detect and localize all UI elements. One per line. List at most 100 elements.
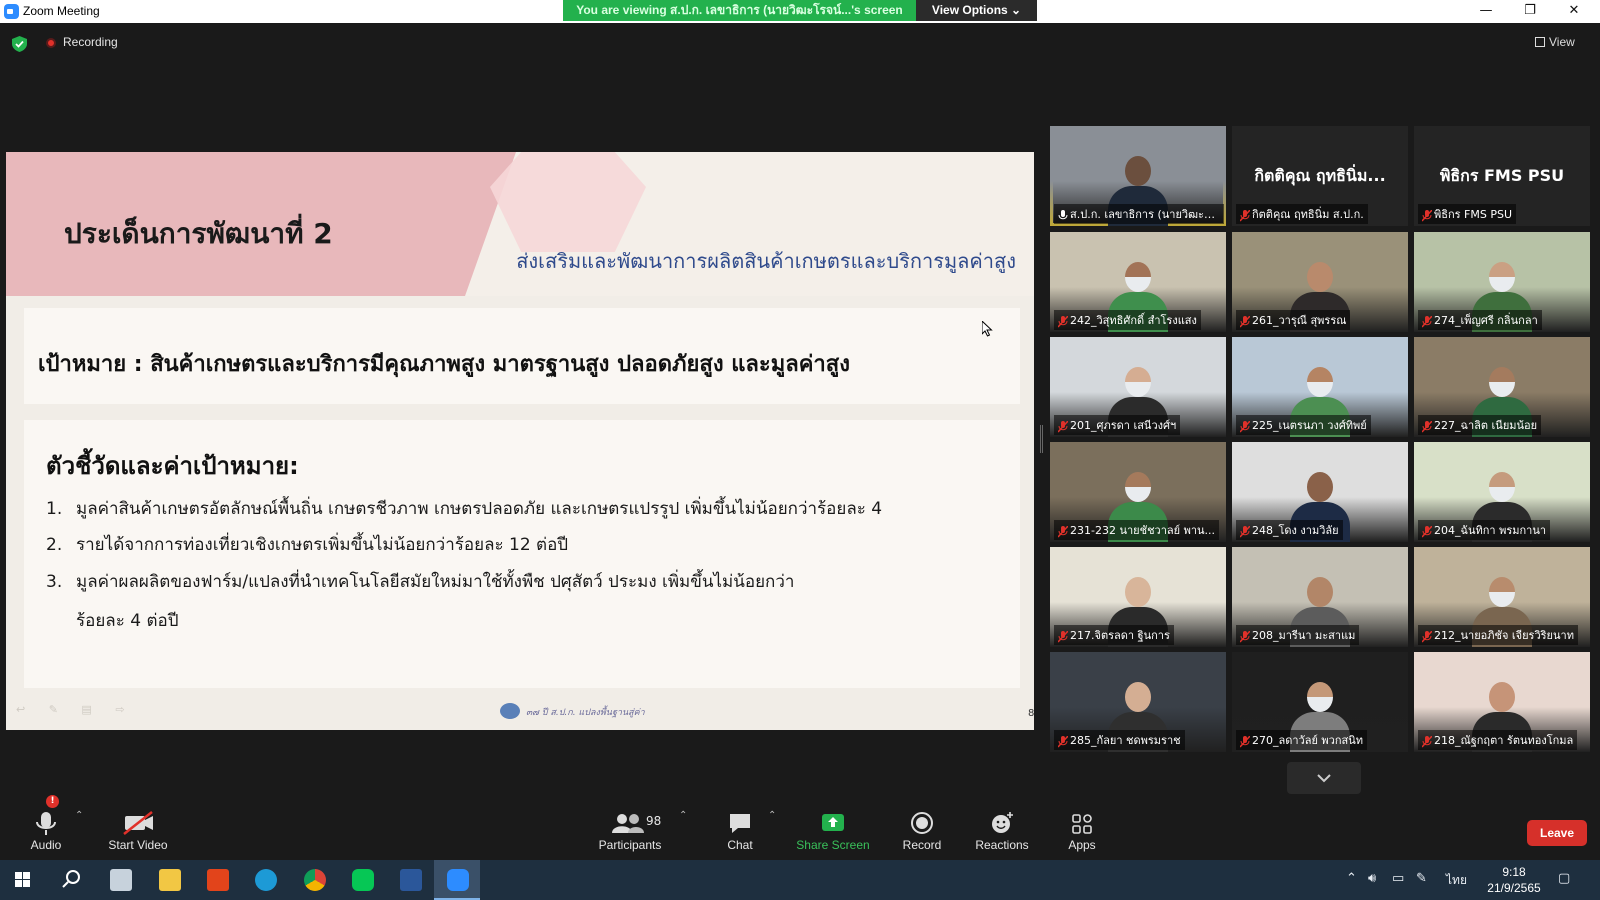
view-options-button[interactable]: View Options ⌄ bbox=[916, 0, 1037, 21]
participant-tile[interactable]: 201_ศุภรดา เสนีวงศ์ฯ bbox=[1050, 337, 1226, 437]
window-title: Zoom Meeting bbox=[23, 4, 100, 18]
participant-name-label: 242_วิสุทธิศักดิ์ สำโรงแสง bbox=[1054, 310, 1201, 330]
participant-tile[interactable]: พิธิกร FMS PSU พิธิกร FMS PSU bbox=[1414, 126, 1590, 226]
participant-tile[interactable]: 274_เพ็ญศรี กลิ่นกลา bbox=[1414, 232, 1590, 332]
mic-muted-icon bbox=[1058, 421, 1068, 433]
title-bar: Zoom Meeting You are viewing ส.ป.ก. เลขา… bbox=[0, 0, 1600, 23]
show-hidden-icons[interactable]: ⌃ bbox=[1346, 871, 1357, 886]
participant-name-label: 285_กัลยา ชดพรมราช bbox=[1054, 730, 1185, 750]
taskbar-app-file-explorer[interactable] bbox=[146, 860, 192, 900]
participant-name-label: กิตติคุณ ฤทธินิ่ม ส.ป.ก. bbox=[1236, 204, 1368, 224]
share-screen-button[interactable]: Share Screen bbox=[793, 800, 873, 860]
taskbar-app-line[interactable] bbox=[339, 860, 385, 900]
goal-box: เป้าหมาย : สินค้าเกษตรและบริการมีคุณภาพส… bbox=[24, 308, 1020, 404]
taskbar-app-edge[interactable] bbox=[242, 860, 288, 900]
participant-tile[interactable]: 212_นายอภิชัจ เจียรวิริยนาท bbox=[1414, 547, 1590, 647]
participant-tile[interactable]: ส.ป.ก. เลขาธิการ (นายวิฒะโ... bbox=[1050, 126, 1226, 226]
indicators-box: ตัวชี้วัดและค่าเป้าหมาย: 1. มูลค่าสินค้าเ… bbox=[24, 420, 1020, 688]
audio-options-caret[interactable]: ⌃ bbox=[75, 810, 83, 821]
indicator-text: มูลค่าผลผลิตของฟาร์ม/แปลงที่นำเทคโนโลยีส… bbox=[76, 572, 795, 592]
recording-icon bbox=[46, 38, 56, 48]
mic-muted-icon bbox=[1058, 631, 1068, 643]
office-icon bbox=[207, 869, 229, 891]
mic-muted-icon bbox=[1058, 316, 1068, 328]
participant-tile[interactable]: 217.จิตรลดา ฐินการ bbox=[1050, 547, 1226, 647]
indicators-title: ตัวชี้วัดและค่าเป้าหมาย: bbox=[46, 452, 299, 480]
encryption-shield-icon[interactable] bbox=[12, 36, 27, 52]
mic-muted-icon bbox=[1240, 526, 1250, 538]
taskbar-app-task-view[interactable] bbox=[97, 860, 143, 900]
taskbar-clock[interactable]: 9:18 21/9/2565 bbox=[1482, 864, 1546, 896]
taskbar-app-zoom[interactable] bbox=[434, 860, 480, 900]
participant-tile[interactable]: 204_ฉันทิกา พรมกานา bbox=[1414, 442, 1590, 542]
start-button[interactable] bbox=[0, 860, 46, 900]
participant-name-label: 231-232 นายชัชวาลย์ พาน... bbox=[1054, 520, 1220, 540]
record-button[interactable]: Record bbox=[882, 800, 962, 860]
pen-icon[interactable]: ✎ bbox=[1416, 871, 1427, 886]
start-video-button[interactable]: Start Video bbox=[98, 800, 178, 860]
participant-gallery: ส.ป.ก. เลขาธิการ (นายวิฒะโ... กิตติคุณ ฤท… bbox=[1050, 126, 1594, 756]
participant-tile[interactable]: 231-232 นายชัชวาลย์ พาน... bbox=[1050, 442, 1226, 542]
maximize-button[interactable]: ❐ bbox=[1508, 0, 1552, 22]
minimize-button[interactable]: — bbox=[1464, 0, 1508, 22]
meeting-header: Recording View bbox=[0, 23, 1600, 63]
participant-tile[interactable]: 242_วิสุทธิศักดิ์ สำโรงแสง bbox=[1050, 232, 1226, 332]
gallery-scroll-down-button[interactable] bbox=[1287, 762, 1361, 794]
video-off-icon bbox=[123, 811, 153, 835]
participant-tile[interactable]: 261_วารุณี สุพรรณ bbox=[1232, 232, 1408, 332]
search-button[interactable] bbox=[48, 860, 94, 900]
recording-label[interactable]: Recording bbox=[63, 35, 118, 49]
meeting-toolbar: Audio ! ⌃ Start Video Participants 98 ⌃ bbox=[0, 795, 1600, 860]
taskbar-app-office[interactable] bbox=[194, 860, 240, 900]
participant-tile[interactable]: 270_ลดาวัลย์ พวกสนิท bbox=[1232, 652, 1408, 752]
leave-button[interactable]: Leave bbox=[1527, 820, 1587, 846]
network-icon[interactable]: ▭ bbox=[1392, 871, 1404, 886]
taskbar-app-word[interactable] bbox=[387, 860, 433, 900]
participant-tile[interactable]: 208_มารีนา มะสาแม bbox=[1232, 547, 1408, 647]
mic-muted-icon bbox=[1058, 526, 1068, 538]
splitter-handle[interactable] bbox=[1040, 425, 1043, 453]
indicator-item: 3. มูลค่าผลผลิตของฟาร์ม/แปลงที่นำเทคโนโลย… bbox=[46, 568, 794, 634]
notification-icon[interactable]: ▢ bbox=[1558, 871, 1570, 886]
close-button[interactable]: ✕ bbox=[1552, 0, 1596, 22]
shared-screen-slide: ประเด็นการพัฒนาที่ 2 ส่งเสริมและพัฒนาการ… bbox=[6, 152, 1034, 730]
participant-display-name: กิตติคุณ ฤทธินิ่ม... bbox=[1254, 166, 1386, 185]
apps-button[interactable]: Apps bbox=[1042, 800, 1122, 860]
language-indicator[interactable]: ไทย bbox=[1446, 871, 1467, 890]
mic-on-icon bbox=[1058, 210, 1068, 220]
participant-tile[interactable]: กิตติคุณ ฤทธินิ่ม... กิตติคุณ ฤทธินิ่ม ส.… bbox=[1232, 126, 1408, 226]
participant-tile[interactable]: 248_โดง งามวิลัย bbox=[1232, 442, 1408, 542]
participant-name-label: 270_ลดาวัลย์ พวกสนิท bbox=[1236, 730, 1367, 750]
apps-label: Apps bbox=[1068, 838, 1096, 852]
record-icon bbox=[911, 812, 933, 834]
organization-logo bbox=[500, 703, 520, 719]
participant-name-label: ส.ป.ก. เลขาธิการ (นายวิฒะโ... bbox=[1054, 204, 1224, 224]
participants-options-caret[interactable]: ⌃ bbox=[679, 810, 687, 821]
mic-muted-icon bbox=[1240, 736, 1250, 748]
reactions-button[interactable]: Reactions bbox=[962, 800, 1042, 860]
participants-button[interactable]: Participants bbox=[590, 800, 670, 860]
slide-navigation-tools[interactable]: ↩ ✎ ▤ ⇨ bbox=[16, 703, 135, 716]
participant-tile[interactable]: 218_ณัฐกฤตา รัตนทองโกมล bbox=[1414, 652, 1590, 752]
mic-muted-icon bbox=[1422, 736, 1432, 748]
participant-tile[interactable]: 285_กัลยา ชดพรมราช bbox=[1050, 652, 1226, 752]
view-button[interactable]: View bbox=[1535, 35, 1575, 49]
chat-label: Chat bbox=[727, 838, 753, 852]
taskbar-app-chrome[interactable] bbox=[291, 860, 337, 900]
windows-taskbar: ⌃ 🔊︎ ▭ ✎ ไทย 9:18 21/9/2565 ▢ bbox=[0, 860, 1600, 900]
participant-tile[interactable]: 225_เนตรนภา วงศ์ทิพย์ bbox=[1232, 337, 1408, 437]
mic-muted-icon bbox=[1422, 631, 1432, 643]
chat-button[interactable]: Chat bbox=[700, 800, 780, 860]
indicator-item: 1. มูลค่าสินค้าเกษตรอัตลักษณ์พื้นถิ่น เกษ… bbox=[46, 495, 882, 522]
share-screen-icon bbox=[822, 814, 844, 831]
participant-name-label: 274_เพ็ญศรี กลิ่นกลา bbox=[1418, 310, 1542, 330]
participant-name-label: 248_โดง งามวิลัย bbox=[1236, 520, 1343, 540]
volume-icon[interactable]: 🔊︎ bbox=[1368, 871, 1376, 886]
chat-options-caret[interactable]: ⌃ bbox=[768, 810, 776, 821]
mic-muted-icon bbox=[1240, 210, 1250, 222]
participant-name-label: 218_ณัฐกฤตา รัตนทองโกมล bbox=[1418, 730, 1578, 750]
participant-tile[interactable]: 227_ฉาลิต เนียมน้อย bbox=[1414, 337, 1590, 437]
audio-button[interactable]: Audio bbox=[6, 800, 86, 860]
participant-name-label: 227_ฉาลิต เนียมน้อย bbox=[1418, 415, 1542, 435]
slide-heading: ประเด็นการพัฒนาที่ 2 bbox=[64, 217, 333, 250]
